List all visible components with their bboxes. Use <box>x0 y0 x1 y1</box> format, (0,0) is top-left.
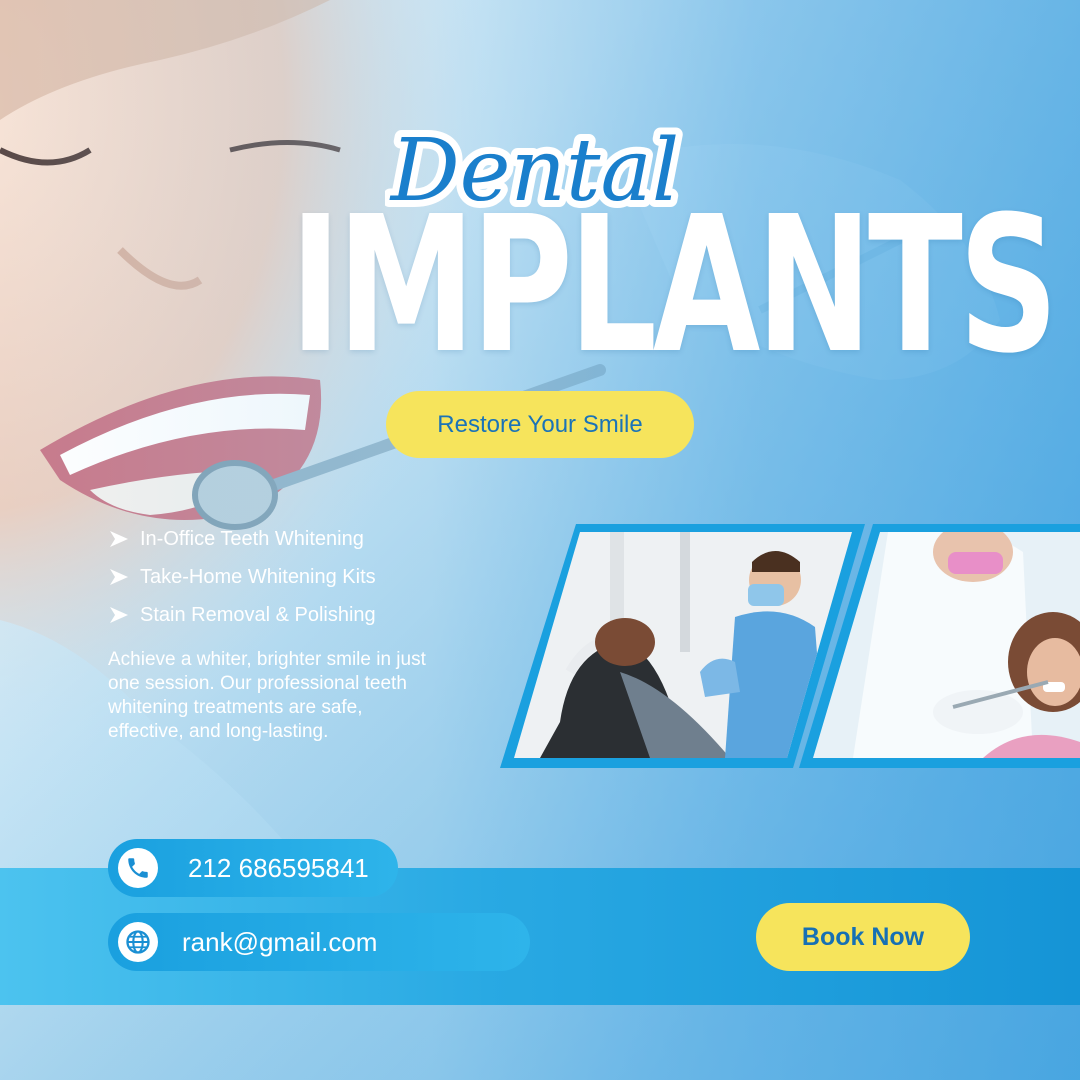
phone-number: 212 686595841 <box>188 852 369 883</box>
description-text: Achieve a whiter, brighter smile in just… <box>108 649 426 742</box>
globe-icon <box>118 922 158 962</box>
tagline-pill: Restore Your Smile <box>386 391 694 458</box>
email-contact[interactable]: rank@gmail.com <box>108 913 530 971</box>
chevron-right-icon <box>110 607 128 623</box>
chevron-right-icon <box>110 569 128 585</box>
list-item: Stain Removal & Polishing <box>108 596 376 634</box>
hygienist-photo <box>799 524 1080 768</box>
book-now-button[interactable]: Book Now <box>756 903 970 971</box>
tagline-text: Restore Your Smile <box>437 410 643 438</box>
list-item: Take-Home Whitening Kits <box>108 558 376 596</box>
service-label: Take-Home Whitening Kits <box>140 565 376 588</box>
email-address: rank@gmail.com <box>182 926 378 957</box>
services-list: In-Office Teeth Whitening Take-Home Whit… <box>108 520 376 634</box>
service-label: Stain Removal & Polishing <box>140 603 376 626</box>
main-title: IMPLANTS <box>289 176 1059 395</box>
list-item: In-Office Teeth Whitening <box>108 520 376 558</box>
book-now-label: Book Now <box>801 922 925 951</box>
phone-contact[interactable]: 212 686595841 <box>108 839 398 897</box>
chevron-right-icon <box>110 531 128 547</box>
phone-icon <box>118 848 158 888</box>
flyer-canvas: Dental Dental IMPLANTS Restore Your Smil… <box>0 0 1080 1080</box>
service-label: In-Office Teeth Whitening <box>140 527 364 550</box>
